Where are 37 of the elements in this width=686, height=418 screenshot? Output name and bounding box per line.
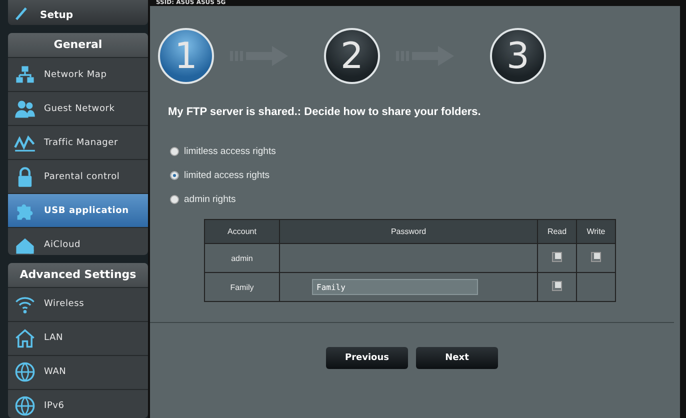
instruction-heading: My FTP server is shared.: Decide how to share your folders. <box>168 106 482 118</box>
column-header: Write <box>576 220 616 244</box>
sidebar-item[interactable]: Network Map <box>8 57 148 92</box>
sidebar-item[interactable]: IPv6 <box>8 388 148 418</box>
sidebar-item[interactable]: LAN <box>8 320 148 355</box>
previous-button[interactable]: Previous <box>326 347 408 369</box>
checkbox[interactable] <box>552 252 562 262</box>
radio-button[interactable] <box>170 171 179 180</box>
globe-icon <box>14 361 36 384</box>
table-cell: admin <box>204 244 280 272</box>
next-button[interactable]: Next <box>416 347 498 369</box>
sidebar-item[interactable]: WAN <box>8 354 148 389</box>
step-circle: 2 <box>324 28 380 84</box>
column-header: Read <box>538 220 576 244</box>
globe-icon <box>14 395 36 418</box>
sidebar-item[interactable]: AiCloud <box>8 227 148 255</box>
checkbox[interactable] <box>552 281 562 291</box>
sidebar-item[interactable]: Guest Network <box>8 91 148 126</box>
option-label[interactable]: admin rights <box>184 194 236 205</box>
checkbox[interactable] <box>591 252 601 262</box>
house-icon <box>14 327 36 350</box>
password-field[interactable]: Family <box>312 279 478 295</box>
radio-button[interactable] <box>170 195 179 204</box>
option-label[interactable]: limitless access rights <box>184 146 276 157</box>
step-circle: 3 <box>490 28 546 84</box>
section-heading: Advanced Settings <box>8 262 148 287</box>
column-header: Account <box>204 220 280 244</box>
sidebar-item[interactable]: Traffic Manager <box>8 125 148 160</box>
quick-setup-button[interactable]: Setup <box>8 0 148 26</box>
step-circle: 1 <box>158 28 214 84</box>
option-label[interactable]: limited access rights <box>184 170 270 181</box>
section-heading: General <box>8 33 148 58</box>
table-cell: Family <box>204 272 280 302</box>
sidebar-item[interactable]: USB application <box>8 193 148 228</box>
radio-button[interactable] <box>170 147 179 156</box>
sidebar-item[interactable]: Wireless <box>8 286 148 321</box>
column-header: Password <box>280 220 538 244</box>
